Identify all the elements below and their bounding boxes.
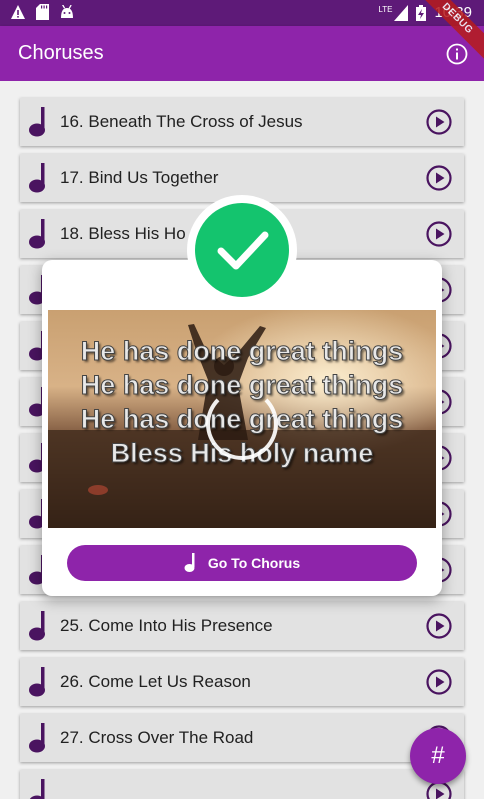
chorus-preview-dialog: He has done great things He has done gre… xyxy=(42,260,442,596)
play-circle-icon[interactable] xyxy=(426,613,452,639)
chorus-preview-image: He has done great things He has done gre… xyxy=(48,310,436,528)
music-note-icon xyxy=(29,219,45,249)
play-circle-icon[interactable] xyxy=(426,109,452,135)
play-circle-icon[interactable] xyxy=(426,221,452,247)
list-item-label: 16. Beneath The Cross of Jesus xyxy=(60,112,303,131)
list-item-label: 26. Come Let Us Reason xyxy=(60,672,251,691)
status-bar: LTE 10:39 xyxy=(0,0,484,26)
info-icon[interactable] xyxy=(446,43,468,65)
battery-charging-icon xyxy=(416,4,427,21)
music-note-icon xyxy=(29,611,45,641)
music-note-icon xyxy=(29,667,45,697)
list-item[interactable] xyxy=(20,770,464,799)
success-badge xyxy=(187,195,297,305)
signal-icon xyxy=(394,4,409,21)
list-item-label: 18. Bless His Ho xyxy=(60,224,186,243)
app-bar: Choruses xyxy=(0,26,484,81)
loading-spinner xyxy=(206,388,278,460)
list-item[interactable]: 16. Beneath The Cross of Jesus xyxy=(20,98,464,146)
play-circle-icon[interactable] xyxy=(426,165,452,191)
music-note-icon xyxy=(184,553,195,572)
list-item[interactable]: 26. Come Let Us Reason xyxy=(20,658,464,706)
list-item[interactable]: 25. Come Into His Presence xyxy=(20,602,464,650)
page-title: Choruses xyxy=(18,42,104,64)
android-icon xyxy=(61,5,73,18)
list-item[interactable]: 27. Cross Over The Road xyxy=(20,714,464,762)
music-note-icon xyxy=(29,723,45,753)
sd-card-icon xyxy=(36,4,49,20)
list-item-label: 17. Bind Us Together xyxy=(60,168,219,187)
network-type: LTE xyxy=(378,5,393,14)
lyric-line: He has done great things xyxy=(80,336,404,367)
go-to-chorus-label: Go To Chorus xyxy=(207,555,301,571)
music-note-icon xyxy=(29,779,45,799)
music-note-icon xyxy=(29,163,45,193)
music-note-icon xyxy=(29,107,45,137)
warning-icon xyxy=(11,5,25,19)
list-item-label: 25. Come Into His Presence xyxy=(60,616,273,635)
check-icon xyxy=(217,231,269,270)
play-circle-icon[interactable] xyxy=(426,669,452,695)
jump-to-number-fab[interactable]: # xyxy=(410,728,466,784)
go-to-chorus-button[interactable]: Go To Chorus xyxy=(67,545,417,581)
list-item-label: 27. Cross Over The Road xyxy=(60,728,254,747)
